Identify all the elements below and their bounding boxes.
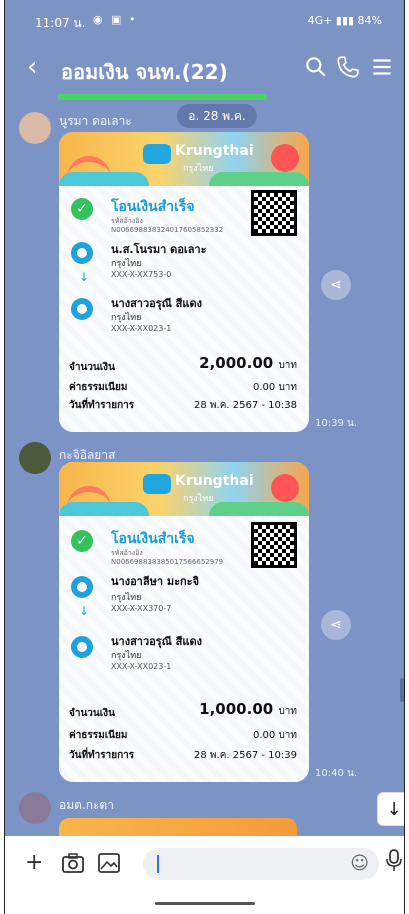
slip-status: โอนเงินสำเร็จ	[111, 199, 195, 215]
bank-brand: Krungthai	[175, 143, 254, 159]
ref-number: N006698838385017566652979	[111, 558, 224, 566]
amount-number: 2,000.00	[199, 354, 274, 372]
amount-number: 1,000.00	[199, 700, 274, 718]
date-label: วันที่ทำรายการ	[69, 750, 135, 761]
sender-account-number: XXX-X-XX753-0	[111, 270, 172, 279]
chat-header: ‹ ออมเงิน จนท.(22)	[5, 40, 404, 100]
slip-body: ✓ โอนเงินสำเร็จ รหัสอ้างอิง N00669883832…	[59, 186, 309, 432]
date-value: 28 พ.ค. 2567 - 10:38	[194, 400, 297, 411]
fee-label: ค่าธรรมเนียม	[69, 382, 128, 393]
share-button[interactable]: ⋖	[321, 270, 351, 300]
text-caret	[157, 855, 159, 873]
mic-icon[interactable]	[385, 848, 403, 872]
slip-banner: Krungthai กรุงไทย	[59, 132, 309, 186]
share-button[interactable]: ⋖	[321, 610, 351, 640]
bank-brand-sub: กรุงไทย	[183, 494, 214, 504]
qr-code-icon	[251, 522, 297, 568]
date-label: วันที่ทำรายการ	[69, 400, 135, 411]
message-time: 10:40 น.	[315, 768, 358, 779]
chat-screen: 11:07 น. ◉ ▣ • 4G+ ▮▮▮ 84% ‹ ออมเงิน จนท…	[4, 0, 405, 914]
sender-account-number: XXX-X-XX370-7	[111, 604, 172, 613]
transfer-slip-card-partial[interactable]	[59, 818, 297, 838]
receiver-bank: กรุงไทย	[111, 313, 142, 323]
previous-message-edge	[57, 94, 267, 100]
back-button[interactable]: ‹	[27, 52, 37, 82]
scrollbar-handle[interactable]	[400, 678, 404, 702]
phone-icon[interactable]	[335, 54, 361, 80]
sun-decoration	[271, 144, 299, 172]
sender-name: นูรมา ดอเลาะ	[59, 114, 132, 128]
date-value: 28 พ.ค. 2567 - 10:39	[194, 750, 297, 761]
status-right: 4G+ ▮▮▮ 84%	[308, 14, 382, 27]
currency-label: บาท	[278, 360, 297, 371]
message-time: 10:39 น.	[315, 418, 358, 429]
arrow-down-icon: ↓	[79, 604, 90, 618]
success-check-icon: ✓	[71, 198, 93, 220]
sender-account-name: นางอาลีษา มะกะจิ	[111, 575, 200, 588]
hill-decoration	[209, 502, 309, 516]
image-icon[interactable]	[97, 852, 121, 874]
network-label: 4G+	[307, 14, 333, 27]
bank-brand: Krungthai	[175, 473, 254, 489]
bank-icon	[71, 298, 93, 320]
emoji-icon[interactable]: ☺	[350, 853, 369, 874]
hill-decoration	[59, 502, 149, 516]
sender-bank: กรุงไทย	[111, 593, 142, 603]
avatar[interactable]	[19, 112, 51, 144]
fee-value: 0.00 บาท	[253, 730, 297, 741]
arrow-down-icon: ↓	[79, 270, 90, 284]
search-icon[interactable]	[303, 54, 329, 80]
plus-icon[interactable]: +	[25, 850, 43, 875]
amount-value: 1,000.00 บาท	[199, 700, 297, 719]
transfer-slip-card[interactable]: Krungthai กรุงไทย ✓ โอนเงินสำเร็จ รหัสอ้…	[59, 132, 309, 432]
ref-number: N006698838324017605852332	[111, 226, 224, 234]
status-time: 11:07 น.	[35, 16, 86, 30]
sender-name: อมต.กะตา	[59, 798, 114, 812]
currency-label: บาท	[278, 706, 297, 717]
amount-value: 2,000.00 บาท	[199, 354, 297, 373]
avatar[interactable]	[19, 792, 51, 824]
fee-value: 0.00 บาท	[253, 382, 297, 393]
success-check-icon: ✓	[71, 530, 93, 552]
receiver-account-number: XXX-X-XX023-1	[111, 662, 172, 671]
fee-label: ค่าธรรมเนียม	[69, 730, 128, 741]
avatar[interactable]	[19, 442, 51, 474]
camera-icon[interactable]	[61, 852, 85, 874]
transfer-slip-card[interactable]: Krungthai กรุงไทย ✓ โอนเงินสำเร็จ รหัสอ้…	[59, 462, 309, 782]
date-chip: อ. 28 พ.ค.	[177, 104, 257, 128]
signal-icon: ▮▮▮	[335, 14, 358, 27]
sun-decoration	[271, 474, 299, 502]
slip-body: ✓ โอนเงินสำเร็จ รหัสอ้างอิง N00669883838…	[59, 516, 309, 782]
receiver-account-number: XXX-X-XX023-1	[111, 324, 172, 333]
home-indicator	[155, 902, 255, 905]
hill-decoration	[59, 172, 149, 186]
battery-level: 84%	[357, 14, 382, 27]
bank-icon	[71, 242, 93, 264]
slip-status: โอนเงินสำเร็จ	[111, 531, 195, 547]
hill-decoration	[209, 172, 309, 186]
menu-icon[interactable]	[369, 54, 395, 80]
bank-brand-sub: กรุงไทย	[183, 164, 214, 174]
bank-icon	[71, 576, 93, 598]
krungthai-logo-icon	[143, 474, 171, 494]
status-bar: 11:07 น. ◉ ▣ • 4G+ ▮▮▮ 84%	[5, 0, 404, 40]
krungthai-logo-icon	[143, 144, 171, 164]
dot-icon: •	[129, 13, 136, 26]
message-input[interactable]: ☺	[143, 848, 379, 880]
qr-code-icon	[251, 190, 297, 236]
amount-label: จำนวนเงิน	[69, 362, 115, 373]
scroll-down-button[interactable]: ↓	[377, 792, 404, 826]
bank-icon	[71, 636, 93, 658]
sender-bank: กรุงไทย	[111, 259, 142, 269]
notification-icon: ▣	[111, 13, 122, 26]
messenger-icon: ◉	[93, 13, 103, 26]
chat-title: ออมเงิน จนท.(22)	[61, 60, 228, 84]
receiver-bank: กรุงไทย	[111, 651, 142, 661]
amount-label: จำนวนเงิน	[69, 708, 115, 719]
slip-banner: Krungthai กรุงไทย	[59, 462, 309, 516]
